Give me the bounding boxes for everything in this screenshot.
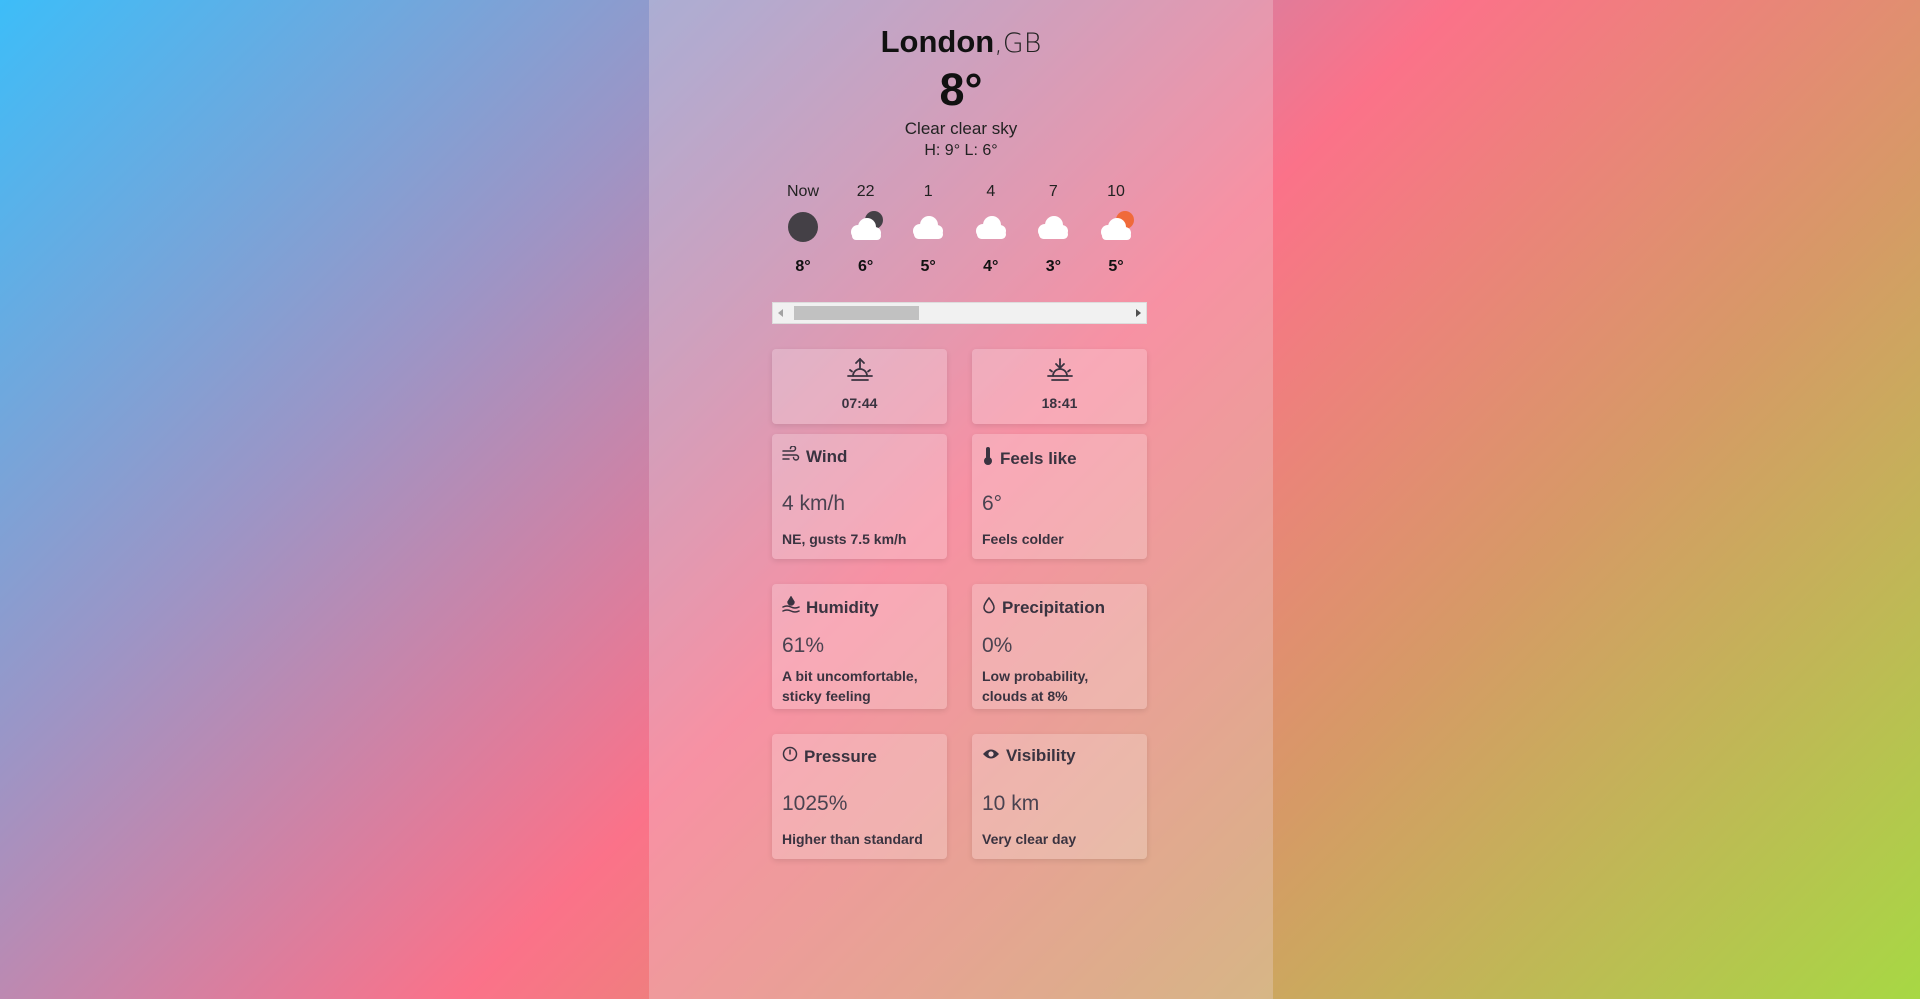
scroll-right-arrow-icon[interactable] [1130,303,1146,323]
pressure-card-title: Pressure [782,746,877,767]
sunset-card: 18:41 [972,349,1147,424]
hour-label: 7 [1048,183,1058,200]
wind-card-title: Wind [782,445,848,467]
hourly-item: Now 8° [780,180,826,284]
high-low-temperature: H: 9° L: 6° [924,142,998,159]
hour-temperature: 8° [795,258,811,275]
cloud-sun-icon [1093,204,1139,250]
pressure-note: Higher than standard [782,831,923,847]
hourly-scrollbar[interactable] [772,302,1147,324]
moon-icon [780,204,826,250]
wind-note: NE, gusts 7.5 km/h [782,531,907,547]
cloud-icon [968,204,1014,250]
sunset-time: 18:41 [1041,395,1078,411]
feels-like-card: Feels like 6° Feels colder [972,434,1147,559]
cloud-moon-icon [843,204,889,250]
current-temperature: 8° [939,64,983,115]
pressure-label: Pressure [804,746,877,766]
pressure-value: 1025% [782,792,848,815]
feels-like-card-title: Feels like [982,446,1077,471]
humidity-note: A bit uncomfortable, sticky feeling [782,668,918,704]
sunrise-time: 07:44 [841,395,878,411]
sunrise-icon [772,357,947,383]
feels-like-label: Feels like [1000,448,1077,468]
wind-speed: 4 km/h [782,492,846,515]
hour-label: 1 [923,183,933,200]
pressure-card: Pressure 1025% Higher than standard [772,734,947,859]
hour-label: 4 [986,183,996,200]
precipitation-card-title: Precipitation [982,596,1105,619]
precipitation-note: Low probability, clouds at 8% [982,668,1089,704]
visibility-note: Very clear day [982,831,1077,847]
cloud-icon [1030,204,1076,250]
eye-icon [982,746,1006,766]
location: London,GB [649,22,1273,64]
hourly-item: 22 6° [843,180,889,284]
sunrise-card: 07:44 [772,349,947,424]
city-name: London [880,24,995,59]
feels-like-value: 6° [982,492,1003,515]
hour-temperature: 3° [1045,258,1062,275]
hour-label: Now [786,183,819,200]
humidity-value: 61% [782,634,825,657]
hourly-forecast[interactable]: Now 8° 22 6° 1 5° 4 4° 7 3° 10 5° [772,180,1147,284]
precipitation-card: Precipitation 0% Low probability, clouds… [972,584,1147,709]
visibility-card: Visibility 10 km Very clear day [972,734,1147,859]
scroll-left-arrow-icon[interactable] [773,303,789,323]
weather-description: Clear clear sky [904,119,1018,138]
hour-temperature: 5° [1108,258,1124,275]
current-weather-header: London,GB 8° Clear clear sky H: 9° L: 6° [649,22,1273,162]
humidity-label: Humidity [806,597,879,617]
precipitation-label: Precipitation [1002,597,1105,617]
humidity-card-title: Humidity [782,595,879,619]
hourly-item: 10 5° [1093,180,1139,284]
visibility-label: Visibility [1006,746,1076,765]
hourly-item: 4 4° [968,180,1014,284]
gauge-icon [782,746,804,767]
scrollbar-thumb[interactable] [794,306,919,320]
hourly-item: 7 3° [1030,180,1076,284]
feels-like-note: Feels colder [982,531,1064,547]
weather-panel: London,GB 8° Clear clear sky H: 9° L: 6°… [649,0,1273,999]
humidity-icon [782,595,806,619]
visibility-value: 10 km [982,792,1040,815]
droplet-icon [982,596,1002,619]
cloud-icon [905,204,951,250]
hour-temperature: 6° [857,258,874,275]
hour-temperature: 5° [920,258,936,275]
wind-icon [782,445,806,467]
humidity-card: Humidity 61% A bit uncomfortable, sticky… [772,584,947,709]
hour-temperature: 4° [983,258,999,275]
precipitation-value: 0% [982,634,1013,657]
thermometer-icon [982,446,1000,471]
hourly-item: 1 5° [905,180,951,284]
wind-label: Wind [806,446,848,466]
hour-label: 10 [1107,183,1125,200]
visibility-card-title: Visibility [982,746,1076,766]
country-code: ,GB [994,28,1042,59]
wind-card: Wind 4 km/h NE, gusts 7.5 km/h [772,434,947,559]
sunset-icon [972,357,1147,383]
hour-label: 22 [856,183,875,200]
